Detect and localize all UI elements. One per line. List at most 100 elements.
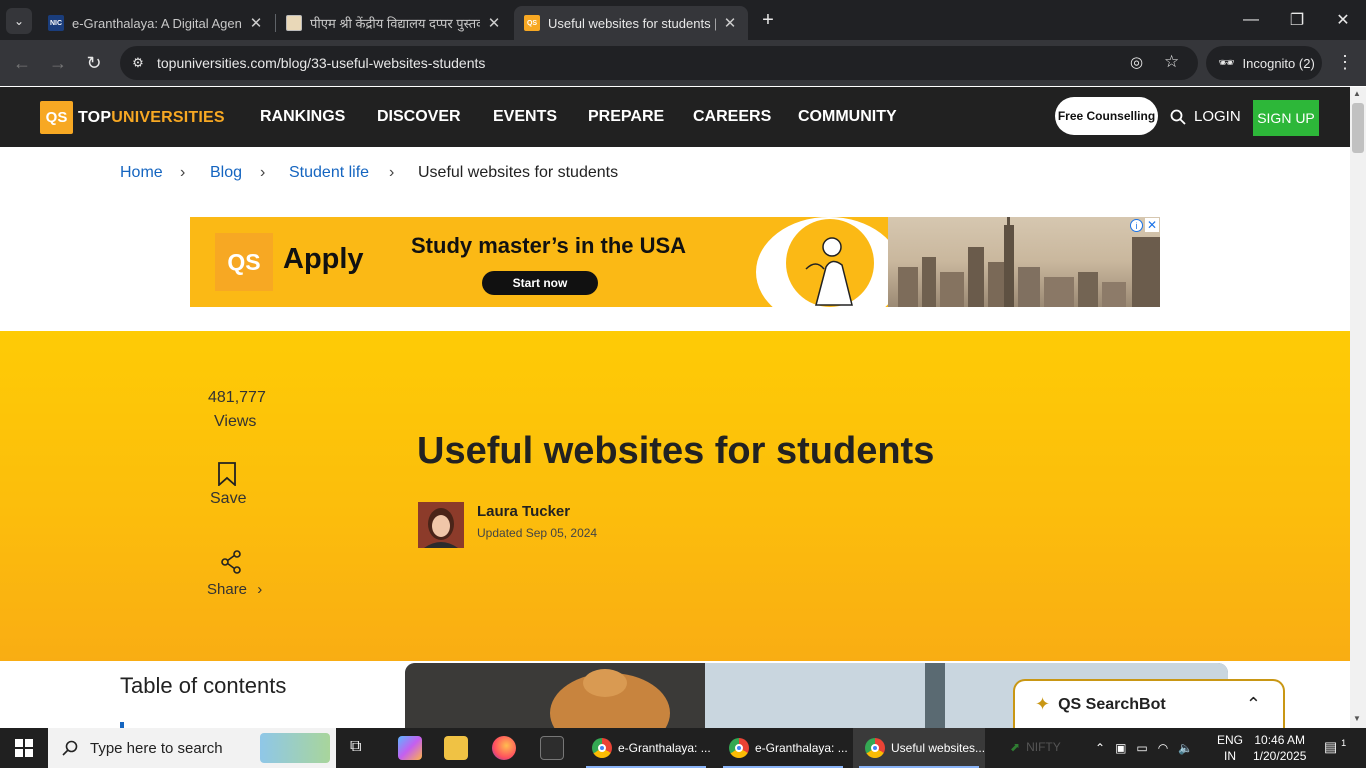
- taskbar-chrome-useful-websites[interactable]: Useful websites...: [853, 728, 985, 768]
- searchbot-label: QS SearchBot: [1058, 695, 1166, 713]
- forward-button[interactable]: →: [43, 48, 73, 78]
- tab-search-button[interactable]: ⌄: [6, 8, 32, 34]
- profile-label: Incognito (2): [1242, 55, 1315, 71]
- chevron-up-icon[interactable]: ⌃: [1246, 694, 1261, 715]
- plus-icon: +: [762, 8, 774, 31]
- chrome-icon: [592, 738, 612, 758]
- notification-center-button[interactable]: ▤ 1: [1324, 738, 1346, 756]
- free-counselling-button[interactable]: Free Counselling: [1055, 97, 1158, 135]
- author-name[interactable]: Laura Tucker: [477, 503, 570, 520]
- volume-icon[interactable]: 🔈: [1178, 741, 1193, 755]
- reload-button[interactable]: ↻: [79, 48, 109, 78]
- tab-useful-websites[interactable]: QS Useful websites for students | TopUni…: [514, 6, 748, 40]
- search-highlight-illustration-icon: [260, 733, 330, 763]
- login-label[interactable]: LOGIN: [1194, 108, 1241, 125]
- ad-info-icon[interactable]: i: [1130, 219, 1143, 232]
- ad-city-skyline-image: [888, 217, 1160, 307]
- eye-off-icon[interactable]: ◎: [1130, 53, 1143, 71]
- ad-banner[interactable]: QS Apply Study master’s in the USA Start…: [190, 217, 1160, 307]
- nav-community[interactable]: COMMUNITY: [798, 108, 897, 126]
- bookmark-icon: [218, 462, 236, 486]
- url-text[interactable]: topuniversities.com/blog/33-useful-websi…: [157, 55, 485, 71]
- battery-icon[interactable]: ▭: [1136, 741, 1147, 755]
- nav-prepare[interactable]: PREPARE: [588, 108, 664, 126]
- taskbar-chrome-e-granthalaya-2[interactable]: e-Granthalaya: ...: [717, 728, 849, 768]
- minimize-button[interactable]: —: [1228, 0, 1274, 40]
- chart-up-icon: ⬈: [1010, 740, 1021, 754]
- new-tab-button[interactable]: +: [756, 8, 780, 32]
- back-button[interactable]: ←: [7, 48, 37, 78]
- scroll-up-arrow-icon[interactable]: ▲: [1353, 89, 1361, 98]
- notification-icon: ▤: [1324, 738, 1338, 755]
- save-label[interactable]: Save: [210, 490, 246, 508]
- search-icon[interactable]: [1170, 109, 1186, 125]
- close-icon[interactable]: ✕: [486, 14, 502, 32]
- ad-start-now-button[interactable]: Start now: [482, 271, 598, 295]
- clock-time: 10:46 AM: [1254, 733, 1306, 747]
- taskbar-chrome-e-granthalaya-1[interactable]: e-Granthalaya: ...: [580, 728, 712, 768]
- wifi-icon[interactable]: ◠: [1158, 741, 1168, 755]
- qs-logo-mark: QS: [40, 101, 73, 134]
- tab-e-granthalaya[interactable]: NIC e-Granthalaya: A Digital Agenda ✕: [38, 6, 274, 40]
- nav-careers[interactable]: CAREERS: [693, 108, 771, 126]
- ad-close-icon[interactable]: ✕: [1145, 218, 1159, 232]
- topuniversities-logo[interactable]: QS TOP UNIVERSITIES: [40, 101, 225, 134]
- chevron-right-icon: ›: [180, 164, 186, 181]
- copilot-icon[interactable]: [398, 736, 422, 760]
- search-icon: [62, 740, 78, 756]
- task-view-icon[interactable]: ⧉: [350, 738, 361, 756]
- taskbar-clock[interactable]: 10:46 AM 1/20/2025: [1253, 732, 1306, 764]
- scrollbar-thumb[interactable]: [1352, 103, 1364, 153]
- login-link[interactable]: LOGIN: [1170, 108, 1241, 125]
- arrow-right-icon: →: [49, 52, 67, 73]
- start-button[interactable]: [0, 728, 48, 768]
- tab-kv-library[interactable]: पीएम श्री केंद्रीय विद्यालय दप्पर पुस्तक…: [276, 6, 512, 40]
- close-icon[interactable]: ✕: [722, 14, 738, 32]
- chevron-up-icon[interactable]: ⌃: [1095, 741, 1105, 755]
- share-label[interactable]: Share ›: [207, 581, 262, 598]
- clipchamp-icon[interactable]: [540, 736, 564, 760]
- restore-icon: ❐: [1289, 12, 1305, 29]
- chrome-icon: [865, 738, 885, 758]
- school-favicon-icon: [286, 15, 302, 31]
- nic-favicon-icon: NIC: [48, 15, 64, 31]
- browser-menu-button[interactable]: ⋮: [1336, 52, 1354, 73]
- views-label: Views: [214, 413, 257, 430]
- language-indicator[interactable]: ENG IN: [1217, 732, 1243, 764]
- breadcrumb-current: Useful websites for students: [418, 164, 619, 181]
- nav-discover[interactable]: DISCOVER: [377, 108, 461, 126]
- taskbar-search-placeholder: Type here to search: [90, 739, 223, 757]
- close-icon[interactable]: ✕: [248, 14, 264, 32]
- market-widget[interactable]: ⬈ NIFTY: [1010, 740, 1061, 754]
- nav-rankings[interactable]: RANKINGS: [260, 108, 345, 126]
- table-of-contents-title: Table of contents: [120, 673, 287, 698]
- system-tray: ⌃ ▣ ▭ ◠ 🔈: [1095, 728, 1193, 768]
- breadcrumb-blog[interactable]: Blog: [210, 164, 242, 182]
- taskbar-search-box[interactable]: Type here to search: [48, 728, 336, 768]
- incognito-profile-button[interactable]: 🕶 Incognito (2): [1206, 46, 1322, 80]
- tab-title: e-Granthalaya: A Digital Agenda: [72, 15, 242, 31]
- market-label: NIFTY: [1026, 740, 1061, 754]
- site-info-icon[interactable]: ⚙: [128, 53, 148, 73]
- qs-searchbot-widget[interactable]: ✦ QS SearchBot ⌃: [1013, 679, 1285, 728]
- breadcrumb-student-life[interactable]: Student life: [289, 164, 369, 182]
- qs-favicon-icon: QS: [524, 15, 540, 31]
- nav-events[interactable]: EVENTS: [493, 108, 557, 126]
- signup-button[interactable]: SIGN UP: [1253, 100, 1319, 136]
- meet-now-icon[interactable]: ▣: [1115, 741, 1126, 755]
- chevron-right-icon: ›: [389, 164, 395, 181]
- close-icon: ✕: [1336, 12, 1350, 29]
- ad-student-illustration: [786, 219, 874, 307]
- ad-headline: Study master’s in the USA: [411, 233, 687, 258]
- restore-button[interactable]: ❐: [1274, 0, 1320, 40]
- breadcrumb-home[interactable]: Home: [120, 164, 163, 182]
- page-scrollbar[interactable]: [1350, 87, 1366, 728]
- file-explorer-icon[interactable]: [444, 736, 468, 760]
- scroll-down-arrow-icon[interactable]: ▼: [1353, 714, 1361, 723]
- taskbar-app-label: Useful websites...: [891, 741, 985, 755]
- article-title: Useful websites for students: [417, 430, 935, 472]
- close-window-button[interactable]: ✕: [1320, 0, 1366, 40]
- star-icon[interactable]: ☆: [1164, 52, 1179, 72]
- tab-title: पीएम श्री केंद्रीय विद्यालय दप्पर पुस्तक…: [310, 16, 480, 31]
- firefox-icon[interactable]: [492, 736, 516, 760]
